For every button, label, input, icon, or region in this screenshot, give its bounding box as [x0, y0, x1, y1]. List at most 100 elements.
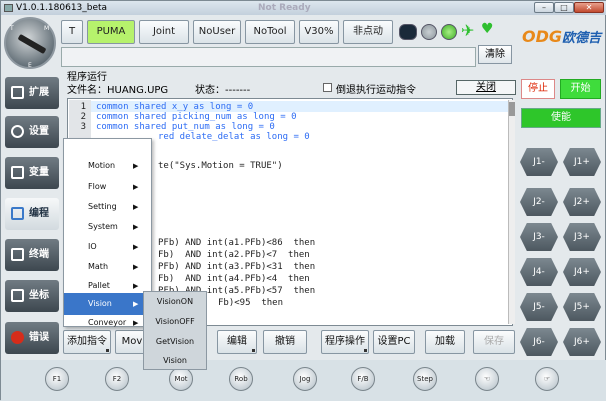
coord-button[interactable]: Joint [139, 20, 189, 44]
code-line: PFb) AND int(a3.PFb)<31 then [158, 262, 316, 272]
user-frame-button[interactable]: NoUser [193, 20, 241, 44]
sidebar-item-settings[interactable]: 设置 [5, 116, 59, 148]
step-key[interactable]: Step [413, 367, 437, 391]
knob-label: M [44, 25, 50, 32]
status-light-icon [441, 24, 457, 40]
close-program-button[interactable]: 关闭 [456, 80, 516, 95]
menu-item-label: Math [88, 262, 109, 271]
line-number: 3 [80, 122, 86, 132]
program-ops-button[interactable]: 程序操作 [321, 330, 369, 354]
button-label: 保存 [484, 336, 504, 347]
submenu-item-get-vision[interactable]: GetVision [144, 332, 206, 351]
gesture-key-left[interactable]: ☜ [475, 367, 499, 391]
app-icon [4, 4, 13, 12]
menu-item-label: Vision [88, 299, 112, 308]
menu-item-label: Flow [88, 182, 107, 191]
jog-minus-j1[interactable]: J1- [520, 148, 558, 176]
start-button[interactable]: 开始 [560, 79, 601, 99]
knob-label: E [28, 62, 32, 69]
sidebar-item-extend[interactable]: 扩展 [5, 77, 59, 109]
minimize-button[interactable]: – [534, 2, 554, 13]
right-control-panel: 停止 开始 使能 J1- J1+ J2- J2+ J3- J3+ J4- J4+… [520, 73, 605, 363]
jog-minus-j2[interactable]: J2- [520, 188, 558, 216]
gesture-key-right[interactable]: ☞ [535, 367, 559, 391]
sidebar-item-terminal[interactable]: 终端 [5, 239, 59, 271]
reverse-checkbox[interactable] [323, 83, 332, 92]
code-scrollbar[interactable] [508, 100, 515, 324]
window-title: V1.0.1.180613_beta [16, 3, 108, 13]
app-window: V1.0.1.180613_beta Not Ready – □ ✕ T M E… [0, 0, 606, 401]
close-window-button[interactable]: ✕ [574, 2, 604, 13]
save-button[interactable]: 保存 [473, 330, 515, 354]
jog-minus-j5[interactable]: J5- [520, 293, 558, 321]
play-icon [399, 24, 417, 40]
jog-plus-j3[interactable]: J3+ [563, 223, 601, 251]
mode-selector-knob[interactable]: T M E [4, 17, 56, 69]
sidebar-item-label: 错误 [29, 332, 49, 343]
motion-button[interactable]: 非点动 [343, 20, 393, 44]
extend-icon [11, 86, 24, 99]
jog-plus-j1[interactable]: J1+ [563, 148, 601, 176]
title-bar: V1.0.1.180613_beta Not Ready – □ ✕ [1, 1, 606, 15]
mot-key[interactable]: Mot [169, 367, 193, 391]
chevron-right-icon: ▶ [133, 203, 139, 211]
status-light-icon [421, 24, 437, 40]
logo-text: ODG [522, 27, 563, 46]
sidebar-item-errors[interactable]: 错误 [5, 322, 59, 354]
clear-button[interactable]: 清除 [478, 45, 512, 64]
menu-item-flow[interactable]: Flow ▶ [64, 176, 151, 198]
sidebar-item-label: 扩展 [29, 87, 49, 98]
load-button[interactable]: 加载 [425, 330, 465, 354]
jog-key[interactable]: Jog [293, 367, 317, 391]
robot-type-button[interactable]: PUMA [87, 20, 135, 44]
sidebar-item-variables[interactable]: 变量 [5, 157, 59, 189]
code-line: common shared put_num as long = 0 [96, 122, 275, 132]
maximize-button[interactable]: □ [554, 2, 574, 13]
jog-minus-j4[interactable]: J4- [520, 258, 558, 286]
run-status: 状态：------- [195, 85, 251, 96]
rob-key[interactable]: Rob [229, 367, 253, 391]
sidebar-item-program[interactable]: 编程 [5, 198, 59, 230]
jog-plus-j6[interactable]: J6+ [563, 328, 601, 356]
sidebar-item-label: 编程 [29, 208, 49, 219]
menu-item-label: IO [88, 242, 97, 251]
submenu-item-vision-off[interactable]: VisionOFF [144, 312, 206, 331]
chevron-right-icon: ▶ [133, 162, 139, 170]
set-pc-button[interactable]: 设置PC [373, 330, 415, 354]
menu-item-io[interactable]: IO ▶ [64, 236, 151, 258]
f1-key[interactable]: F1 [45, 367, 69, 391]
jog-minus-j3[interactable]: J3- [520, 223, 558, 251]
button-label: 设置PC [377, 336, 411, 347]
scroll-thumb[interactable] [509, 102, 515, 116]
edit-button[interactable]: 编辑 [217, 330, 257, 354]
corner-marker [106, 349, 109, 352]
person-running-icon: ✈ [461, 21, 475, 40]
undo-button[interactable]: 撤销 [263, 330, 307, 354]
terminal-icon [11, 248, 24, 261]
coordinates-icon [11, 289, 24, 302]
jog-plus-j4[interactable]: J4+ [563, 258, 601, 286]
mode-button[interactable]: T [61, 20, 83, 44]
jog-minus-j6[interactable]: J6- [520, 328, 558, 356]
line-number: 1 [80, 102, 86, 112]
fb-key[interactable]: F/B [351, 367, 375, 391]
menu-item-conveyor[interactable]: Conveyor ▶ [64, 312, 151, 334]
jog-plus-j2[interactable]: J2+ [563, 188, 601, 216]
f2-key[interactable]: F2 [105, 367, 129, 391]
function-key-bar: F1 F2 Mot Rob Jog F/B Step ☜ ☞ [1, 360, 606, 401]
tool-frame-button[interactable]: NoTool [245, 20, 295, 44]
button-label: 加载 [435, 336, 455, 347]
submenu-item-vision[interactable]: Vision [144, 351, 206, 370]
stop-button[interactable]: 停止 [521, 79, 555, 99]
code-line: Fb) AND int(a4.PFb)<4 then [158, 274, 310, 284]
submenu-item-vision-on[interactable]: VisionON [144, 292, 206, 311]
enable-button[interactable]: 使能 [521, 108, 601, 128]
sidebar-item-coordinates[interactable]: 坐标 [5, 280, 59, 312]
speed-button[interactable]: V30% [299, 20, 339, 44]
menu-item-system[interactable]: System ▶ [64, 216, 151, 238]
logo-text-cn: 欧德吉 [562, 31, 602, 46]
jog-plus-j5[interactable]: J5+ [563, 293, 601, 321]
code-line: Fb)<95 then [218, 298, 284, 308]
menu-item-motion[interactable]: Motion ▶ [64, 155, 151, 177]
menu-item-setting[interactable]: Setting ▶ [64, 196, 151, 218]
